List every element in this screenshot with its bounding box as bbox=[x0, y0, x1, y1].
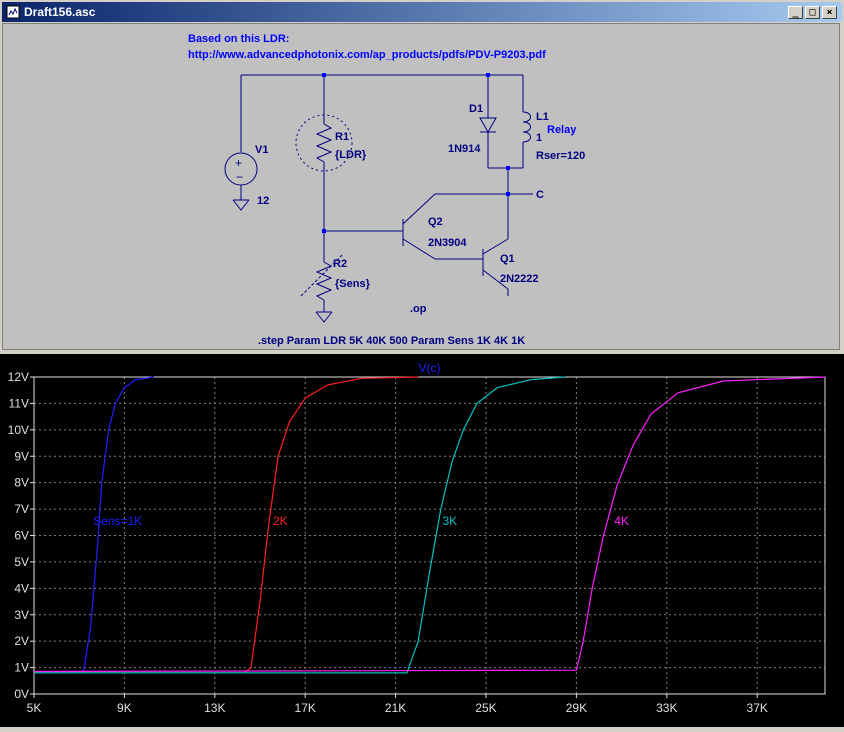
y-tick-label: 0V bbox=[14, 687, 29, 701]
title-bar[interactable]: Draft156.asc _ □ × bbox=[2, 2, 842, 22]
comment-ldr-label: Based on this LDR: bbox=[188, 33, 289, 45]
d1-value: 1N914 bbox=[448, 143, 481, 155]
x-tick-label: 13K bbox=[204, 701, 225, 715]
chart-title: V(c) bbox=[419, 361, 441, 375]
x-tick-label: 17K bbox=[295, 701, 316, 715]
x-tick-label: 25K bbox=[475, 701, 496, 715]
window-title: Draft156.asc bbox=[24, 5, 96, 19]
l1-relay-label: Relay bbox=[547, 124, 577, 136]
r1-name: R1 bbox=[335, 131, 349, 143]
d1-name: D1 bbox=[469, 103, 483, 115]
x-tick-label: 33K bbox=[656, 701, 677, 715]
r1-value: {LDR} bbox=[335, 149, 367, 161]
series-annotation: 2K bbox=[273, 514, 288, 528]
x-tick-label: 21K bbox=[385, 701, 406, 715]
net-label-c: C bbox=[536, 189, 544, 201]
waveform-viewer[interactable]: 0V 1V 2V 3V 4V 5V 6V 7V 8V 9V 10V 11V 12V 5K 9K 13K 17K 2… bbox=[0, 354, 844, 727]
series-annotation: Sens=1K bbox=[93, 514, 142, 528]
op-directive: .op bbox=[410, 303, 427, 315]
series-line-2k bbox=[34, 376, 419, 674]
svg-text:−: − bbox=[236, 170, 243, 184]
y-tick-label: 12V bbox=[8, 370, 29, 384]
svg-text:+: + bbox=[235, 156, 242, 170]
y-tick-label: 4V bbox=[14, 581, 29, 595]
l1-rser: Rser=120 bbox=[536, 150, 585, 162]
y-tick-label: 3V bbox=[14, 608, 29, 622]
x-tick-label: 9K bbox=[117, 701, 132, 715]
close-button[interactable]: × bbox=[822, 6, 837, 19]
x-tick-label: 37K bbox=[747, 701, 768, 715]
comment-ldr-url: http://www.advancedphotonix.com/ap_produ… bbox=[188, 49, 546, 61]
y-tick-label: 7V bbox=[14, 502, 29, 516]
r2-value: {Sens} bbox=[335, 278, 371, 290]
y-tick-label: 11V bbox=[9, 396, 29, 410]
x-tick-label: 5K bbox=[27, 701, 42, 715]
l1-value: 1 bbox=[536, 132, 542, 144]
v1-value: 12 bbox=[257, 195, 269, 207]
maximize-button[interactable]: □ bbox=[805, 6, 820, 19]
q2-name: Q2 bbox=[428, 216, 443, 228]
schematic-window: Draft156.asc _ □ × + − Based on this LDR… bbox=[0, 0, 844, 352]
step-directive: .step Param LDR 5K 40K 500 Param Sens 1K… bbox=[258, 335, 525, 347]
r2-name: R2 bbox=[333, 258, 347, 270]
schematic-canvas[interactable]: + − Based on this LDR: http://www.advanc… bbox=[2, 23, 840, 350]
q1-name: Q1 bbox=[500, 253, 515, 265]
q2-value: 2N3904 bbox=[428, 237, 467, 249]
x-tick-label: 29K bbox=[566, 701, 587, 715]
y-tick-label: 8V bbox=[14, 476, 29, 490]
schematic-doc-icon bbox=[6, 5, 20, 19]
series-annotation: 3K bbox=[442, 514, 457, 528]
v1-name: V1 bbox=[255, 144, 268, 156]
q1-value: 2N2222 bbox=[500, 273, 539, 285]
y-tick-label: 6V bbox=[14, 529, 29, 543]
y-tick-label: 2V bbox=[14, 634, 29, 648]
series-line-4k bbox=[33, 376, 826, 673]
l1-name: L1 bbox=[536, 111, 549, 123]
y-tick-label: 9V bbox=[14, 449, 29, 463]
series-annotation: 4K bbox=[614, 514, 629, 528]
y-tick-label: 5V bbox=[14, 555, 29, 569]
y-tick-label: 1V bbox=[14, 661, 29, 675]
y-tick-label: 10V bbox=[8, 423, 29, 437]
waveform-plot[interactable]: 0V 1V 2V 3V 4V 5V 6V 7V 8V 9V 10V 11V 12V 5K 9K 13K 17K 2… bbox=[0, 354, 844, 727]
schematic-drawing: + − Based on this LDR: http://www.advanc… bbox=[188, 33, 585, 347]
minimize-button[interactable]: _ bbox=[788, 6, 803, 19]
